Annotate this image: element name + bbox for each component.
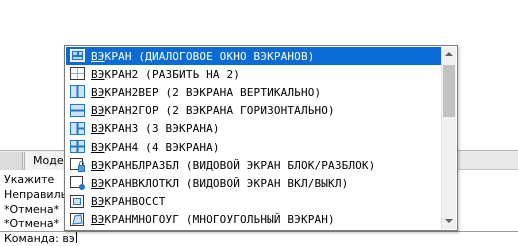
matched-prefix: ВЭ bbox=[91, 140, 105, 154]
viewports-2-horizontal-icon-graphic bbox=[70, 103, 85, 117]
command-description: КРАН (ДИАЛОГОВОЕ ОКНО ВЭКРАНОВ) bbox=[104, 49, 315, 63]
autocomplete-popup: ВЭКРАН (ДИАЛОГОВОЕ ОКНО ВЭКРАНОВ) ВЭКРАН2… bbox=[64, 45, 458, 231]
autocomplete-item-label: ВЭКРАН4 (4 ВЭКРАНА) bbox=[91, 141, 220, 154]
autocomplete-item[interactable]: ВЭКРАН2ГОР (2 ВЭКРАНА ГОРИЗОНТАЛЬНО) bbox=[66, 102, 441, 120]
scroll-down-button[interactable] bbox=[442, 214, 456, 229]
autocomplete-item-label: ВЭКРАНБЛРАЗБЛ (ВИДОВОЙ ЭКРАН БЛОК/РАЗБЛО… bbox=[91, 159, 375, 172]
matched-prefix: ВЭ bbox=[91, 195, 105, 209]
viewports-2-icon-graphic bbox=[70, 67, 85, 81]
matched-prefix: ВЭ bbox=[91, 213, 105, 227]
command-description: КРАН2ГОР (2 ВЭКРАНА ГОРИЗОНТАЛЬНО) bbox=[104, 104, 335, 118]
command-description: КРАН2 (РАЗБИТЬ НА 2) bbox=[104, 67, 240, 81]
viewports-4-icon-graphic bbox=[70, 140, 85, 154]
viewports-4-icon bbox=[69, 139, 87, 155]
viewport-lock-icon-graphic bbox=[70, 158, 85, 173]
autocomplete-list: ВЭКРАН (ДИАЛОГОВОЕ ОКНО ВЭКРАНОВ) ВЭКРАН2… bbox=[66, 47, 441, 229]
autocomplete-item-label: ВЭКРАН2ГОР (2 ВЭКРАНА ГОРИЗОНТАЛЬНО) bbox=[91, 104, 335, 117]
autocomplete-item-label: ВЭКРАН2ВЕР (2 ВЭКРАНА ВЕРТИКАЛЬНО) bbox=[91, 86, 321, 99]
viewport-restore-icon-graphic bbox=[70, 194, 84, 208]
command-line[interactable]: Команда: вэ bbox=[0, 231, 518, 246]
scroll-up-button[interactable] bbox=[442, 47, 456, 62]
autocomplete-item[interactable]: ВЭКРАНБЛРАЗБЛ (ВИДОВОЙ ЭКРАН БЛОК/РАЗБЛО… bbox=[66, 156, 441, 174]
viewport-onoff-icon bbox=[69, 175, 87, 191]
matched-prefix: ВЭ bbox=[91, 85, 105, 99]
viewport-dialog-icon bbox=[69, 48, 87, 64]
viewports-3-icon bbox=[69, 121, 87, 137]
viewports-3-icon-graphic bbox=[70, 121, 85, 135]
popup-scrollbar[interactable] bbox=[441, 47, 456, 229]
matched-prefix: ВЭ bbox=[91, 49, 105, 63]
autocomplete-item[interactable]: ВЭКРАН2ВЕР (2 ВЭКРАНА ВЕРТИКАЛЬНО) bbox=[66, 83, 441, 101]
viewports-2-icon bbox=[69, 66, 87, 82]
command-description: КРАНВКЛОТКЛ (ВИДОВОЙ ЭКРАН ВКЛ/ВЫКЛ) bbox=[104, 176, 349, 190]
matched-prefix: ВЭ bbox=[91, 176, 105, 190]
viewports-2-vertical-icon-graphic bbox=[70, 85, 85, 99]
history-line: *Отмена* bbox=[4, 217, 60, 230]
viewport-lock-icon bbox=[69, 157, 87, 173]
text-caret bbox=[75, 232, 77, 243]
autocomplete-item[interactable]: ВЭКРАН (ДИАЛОГОВОЕ ОКНО ВЭКРАНОВ) bbox=[66, 47, 441, 66]
autocomplete-item[interactable]: ВЭКРАН3 (3 ВЭКРАНА) bbox=[66, 120, 441, 138]
command-description: КРАНВОССТ bbox=[104, 195, 166, 209]
autocomplete-item[interactable]: ВЭКРАНВКЛОТКЛ (ВИДОВОЙ ЭКРАН ВКЛ/ВЫКЛ) bbox=[66, 174, 441, 192]
viewport-dialog-icon-graphic bbox=[70, 49, 85, 63]
matched-prefix: ВЭ bbox=[91, 67, 105, 81]
autocomplete-item[interactable]: ВЭКРАН4 (4 ВЭКРАНА) bbox=[66, 138, 441, 156]
command-description: КРАНМНОГОУГ (МНОГОУГОЛЬНЫЙ ВЭКРАН) bbox=[104, 213, 335, 227]
command-prompt[interactable]: Команда: вэ bbox=[4, 232, 77, 245]
viewport-onoff-icon-graphic bbox=[70, 176, 85, 191]
command-prompt-text: Команда: вэ bbox=[4, 232, 75, 245]
autocomplete-item-label: ВЭКРАНВОССТ bbox=[91, 195, 166, 208]
viewports-2-vertical-icon bbox=[69, 84, 87, 100]
viewports-2-horizontal-icon bbox=[69, 103, 87, 119]
viewport-polygonal-icon-graphic bbox=[70, 212, 84, 226]
autocomplete-item[interactable]: ВЭКРАН2 (РАЗБИТЬ НА 2) bbox=[66, 65, 441, 83]
command-description: КРАН2ВЕР (2 ВЭКРАНА ВЕРТИКАЛЬНО) bbox=[104, 85, 322, 99]
autocomplete-item-label: ВЭКРАНМНОГОУГ (МНОГОУГОЛЬНЫЙ ВЭКРАН) bbox=[91, 213, 335, 226]
history-line: *Отмена* bbox=[4, 203, 60, 216]
tab-scroll-area[interactable] bbox=[0, 152, 23, 170]
autocomplete-item-label: ВЭКРАН3 (3 ВЭКРАНА) bbox=[91, 122, 220, 135]
matched-prefix: ВЭ bbox=[91, 158, 105, 172]
scrollbar-thumb[interactable] bbox=[443, 65, 455, 117]
matched-prefix: ВЭ bbox=[91, 104, 105, 118]
history-line: Укажите bbox=[4, 173, 55, 186]
autocomplete-item-label: ВЭКРАН (ДИАЛОГОВОЕ ОКНО ВЭКРАНОВ) bbox=[91, 50, 315, 63]
history-line: Неправиль bbox=[4, 188, 68, 201]
command-description: КРАН3 (3 ВЭКРАНА) bbox=[104, 122, 220, 136]
autocomplete-item-label: ВЭКРАНВКЛОТКЛ (ВИДОВОЙ ЭКРАН ВКЛ/ВЫКЛ) bbox=[91, 177, 348, 190]
autocomplete-item[interactable]: ВЭКРАНВОССТ bbox=[66, 193, 441, 211]
autocomplete-item[interactable]: ВЭКРАНМНОГОУГ (МНОГОУГОЛЬНЫЙ ВЭКРАН) bbox=[66, 211, 441, 229]
arrow-down-icon bbox=[445, 219, 453, 223]
matched-prefix: ВЭ bbox=[91, 122, 105, 136]
autocomplete-item-label: ВЭКРАН2 (РАЗБИТЬ НА 2) bbox=[91, 68, 240, 81]
command-description: КРАНБЛРАЗБЛ (ВИДОВОЙ ЭКРАН БЛОК/РАЗБЛОК) bbox=[104, 158, 376, 172]
command-description: КРАН4 (4 ВЭКРАНА) bbox=[104, 140, 220, 154]
arrow-up-icon bbox=[445, 52, 453, 56]
viewport-polygonal-icon bbox=[69, 212, 87, 228]
viewport-restore-icon bbox=[69, 194, 87, 210]
